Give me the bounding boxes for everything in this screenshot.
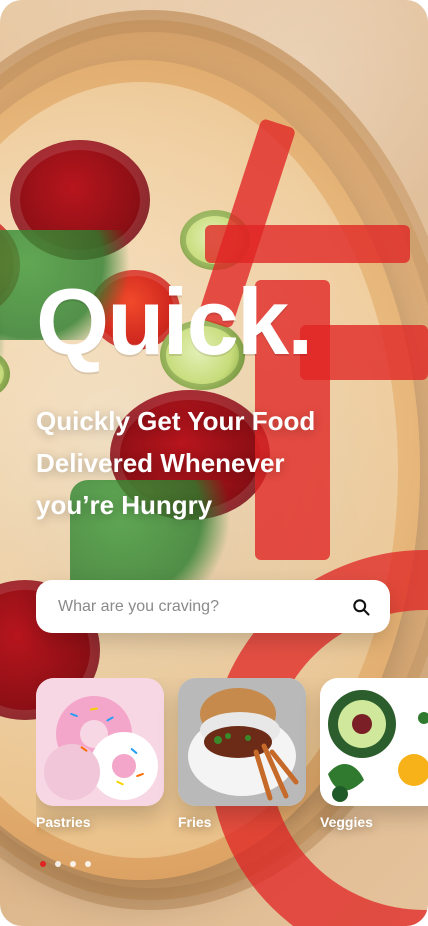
category-image-fries[interactable] xyxy=(178,678,306,806)
herb-leaves xyxy=(0,310,10,420)
category-image-veggies[interactable] xyxy=(320,678,428,806)
pagination-dot[interactable] xyxy=(55,861,61,867)
app-logo: Quick. xyxy=(36,269,313,374)
search-input[interactable] xyxy=(56,596,350,617)
category-card-fries[interactable]: Fries xyxy=(178,678,306,848)
hero-headline: Quickly Get Your Food Delivered Whenever… xyxy=(36,406,316,520)
cucumber-slice xyxy=(180,210,250,270)
category-label: Pastries xyxy=(36,814,91,830)
pagination-dot[interactable] xyxy=(70,861,76,867)
category-carousel[interactable]: Pastries Fries Veggies xyxy=(36,678,428,848)
category-image-pastries[interactable] xyxy=(36,678,164,806)
home-screen: Quick. Quickly Get Your Food Delivered W… xyxy=(0,0,428,926)
search-icon[interactable] xyxy=(350,595,372,619)
category-label: Veggies xyxy=(320,814,373,830)
search-bar[interactable] xyxy=(36,580,390,633)
carousel-pagination xyxy=(40,861,91,867)
pagination-dot-active[interactable] xyxy=(40,861,46,867)
category-label: Fries xyxy=(178,814,212,830)
category-card-pastries[interactable]: Pastries xyxy=(36,678,164,848)
pagination-dot[interactable] xyxy=(85,861,91,867)
category-card-veggies[interactable]: Veggies xyxy=(320,678,428,848)
